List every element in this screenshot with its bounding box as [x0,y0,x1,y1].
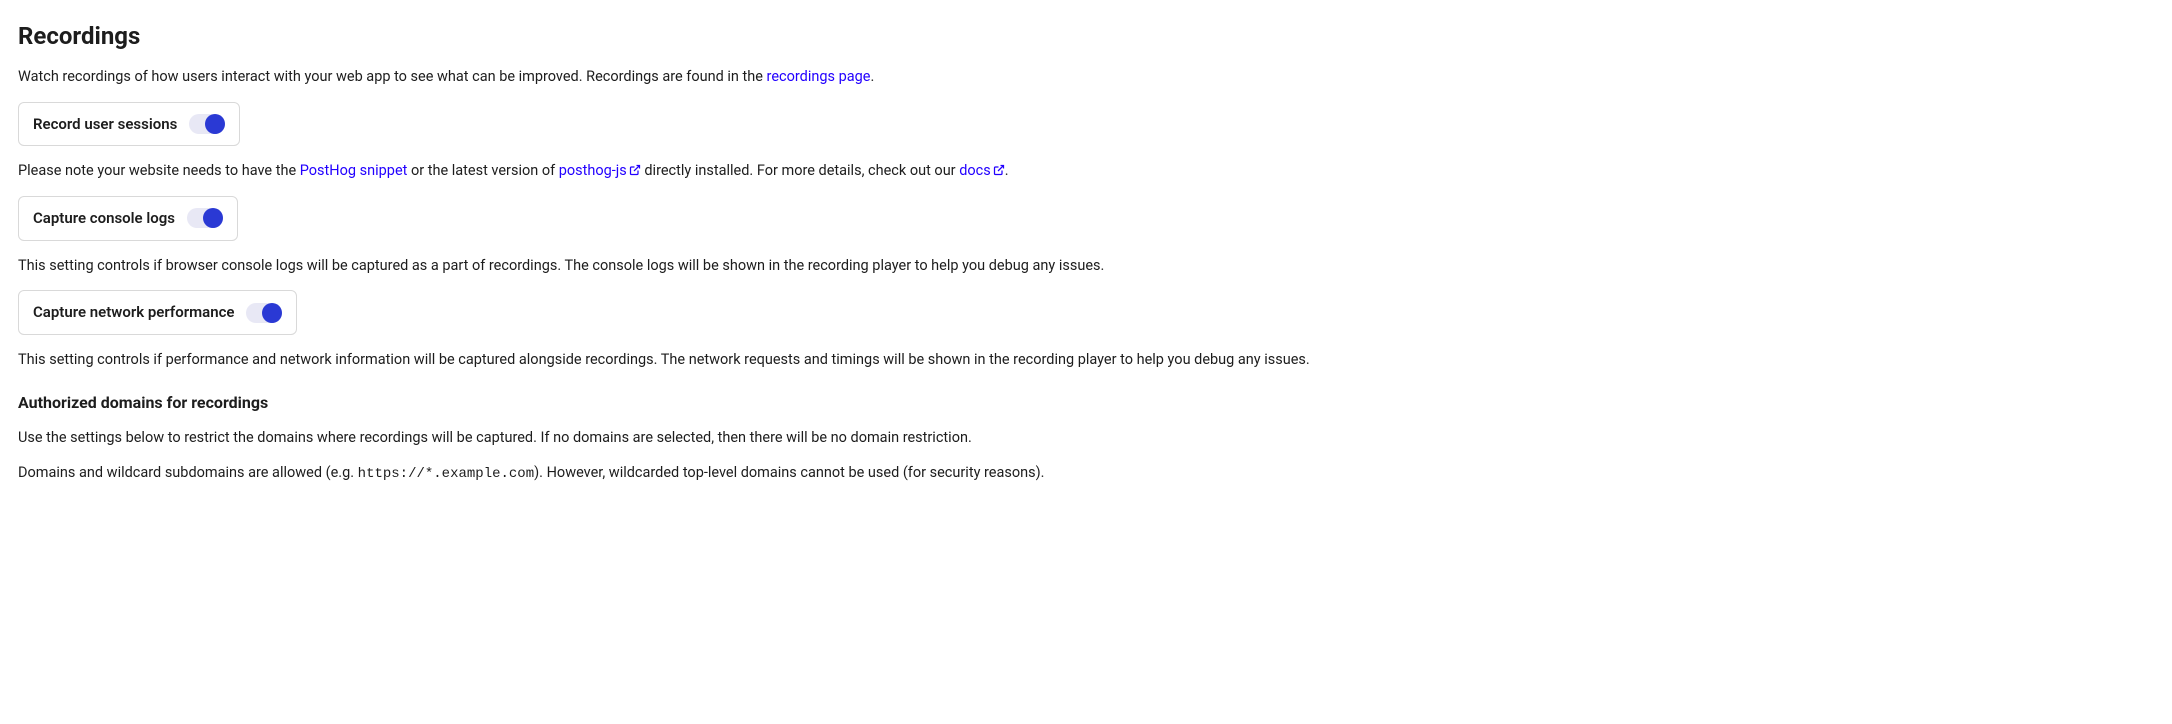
snippet-t4: . [1005,162,1009,179]
network-description: This setting controls if performance and… [18,349,2154,371]
domains-p1: Use the settings below to restrict the d… [18,427,2154,449]
console-description: This setting controls if browser console… [18,255,2154,277]
domains-p2a: Domains and wildcard subdomains are allo… [18,464,358,481]
intro-text-1: Watch recordings of how users interact w… [18,68,767,85]
snippet-t2: or the latest version of [407,162,558,179]
posthog-snippet-link[interactable]: PostHog snippet [300,162,408,179]
record-sessions-card: Record user sessions [18,102,240,147]
network-perf-card: Capture network performance [18,290,297,335]
domains-code-example: https://*.example.com [358,466,534,482]
record-sessions-toggle[interactable] [189,114,225,134]
snippet-t1: Please note your website needs to have t… [18,162,300,179]
toggle-knob [203,208,223,228]
toggle-knob [262,303,282,323]
docs-link[interactable]: docs [959,162,1005,179]
posthog-js-link[interactable]: posthog-js [559,162,641,179]
recordings-page-link[interactable]: recordings page [767,68,871,85]
domains-p2b: ). However, wildcarded top-level domains… [534,464,1044,481]
network-perf-label: Capture network performance [33,301,234,324]
docs-link-text: docs [959,162,991,179]
console-logs-toggle[interactable] [187,208,223,228]
console-logs-card: Capture console logs [18,196,238,241]
domains-p2: Domains and wildcard subdomains are allo… [18,462,2154,485]
intro-text: Watch recordings of how users interact w… [18,66,2154,88]
snippet-note: Please note your website needs to have t… [18,160,2154,182]
record-sessions-label: Record user sessions [33,113,177,136]
console-logs-label: Capture console logs [33,207,175,230]
external-link-icon [629,164,641,176]
external-link-icon [993,164,1005,176]
page-title: Recordings [18,18,2154,54]
network-perf-toggle[interactable] [246,303,282,323]
snippet-t3: directly installed. For more details, ch… [641,162,959,179]
domains-heading: Authorized domains for recordings [18,391,2154,415]
intro-text-2: . [870,68,874,85]
toggle-knob [205,114,225,134]
posthog-js-link-text: posthog-js [559,162,627,179]
